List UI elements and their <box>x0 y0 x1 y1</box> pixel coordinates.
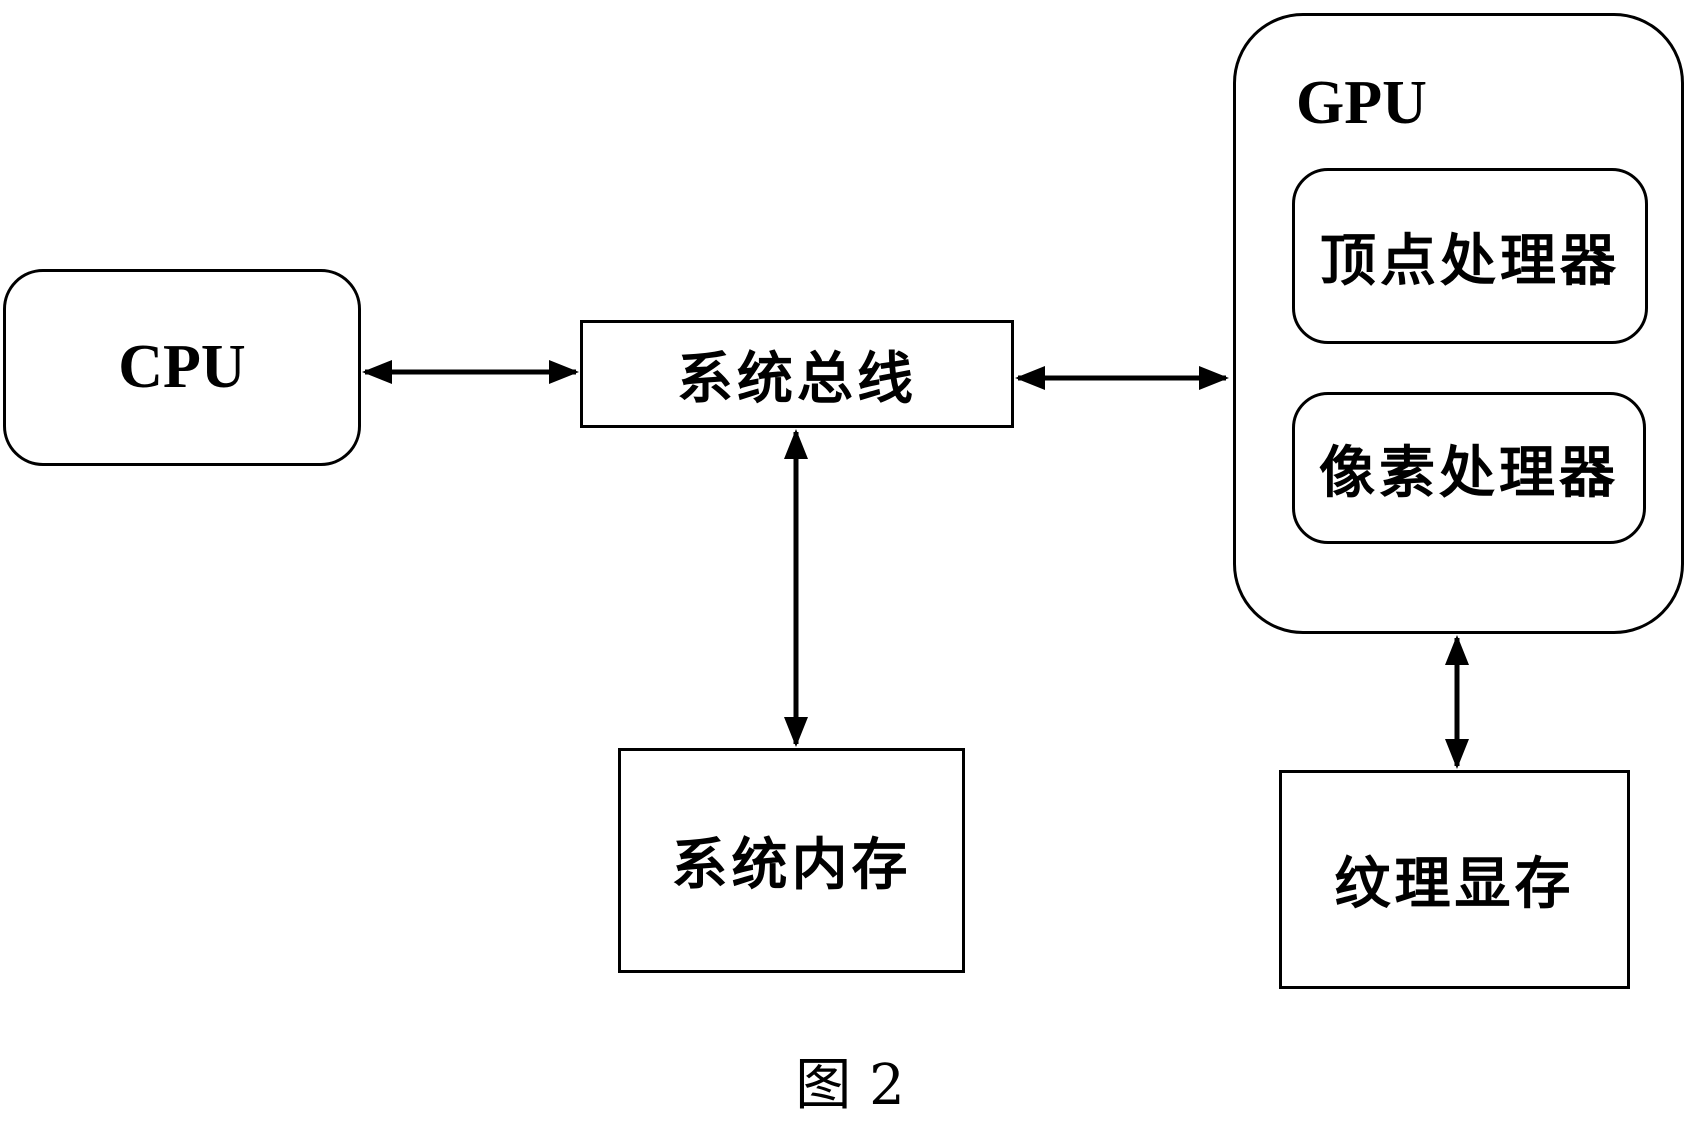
cpu-label: CPU <box>118 333 246 401</box>
texture-memory-label: 纹理显存 <box>1334 852 1575 917</box>
figure-caption: 图 2 <box>795 1053 905 1118</box>
texture-memory-node: 纹理显存 <box>1279 770 1630 989</box>
system-bus-node: 系统总线 <box>580 320 1014 428</box>
pixel-processor-label: 像素处理器 <box>1319 440 1619 506</box>
pixel-processor-node: 像素处理器 <box>1292 392 1646 544</box>
system-memory-label: 系统内存 <box>671 833 912 898</box>
vertex-processor-label: 顶点处理器 <box>1320 228 1620 294</box>
vertex-processor-node: 顶点处理器 <box>1292 168 1648 344</box>
system-bus-label: 系统总线 <box>677 346 917 412</box>
gpu-label: GPU <box>1296 69 1427 137</box>
cpu-node: CPU <box>3 269 361 466</box>
system-memory-node: 系统内存 <box>618 748 965 973</box>
